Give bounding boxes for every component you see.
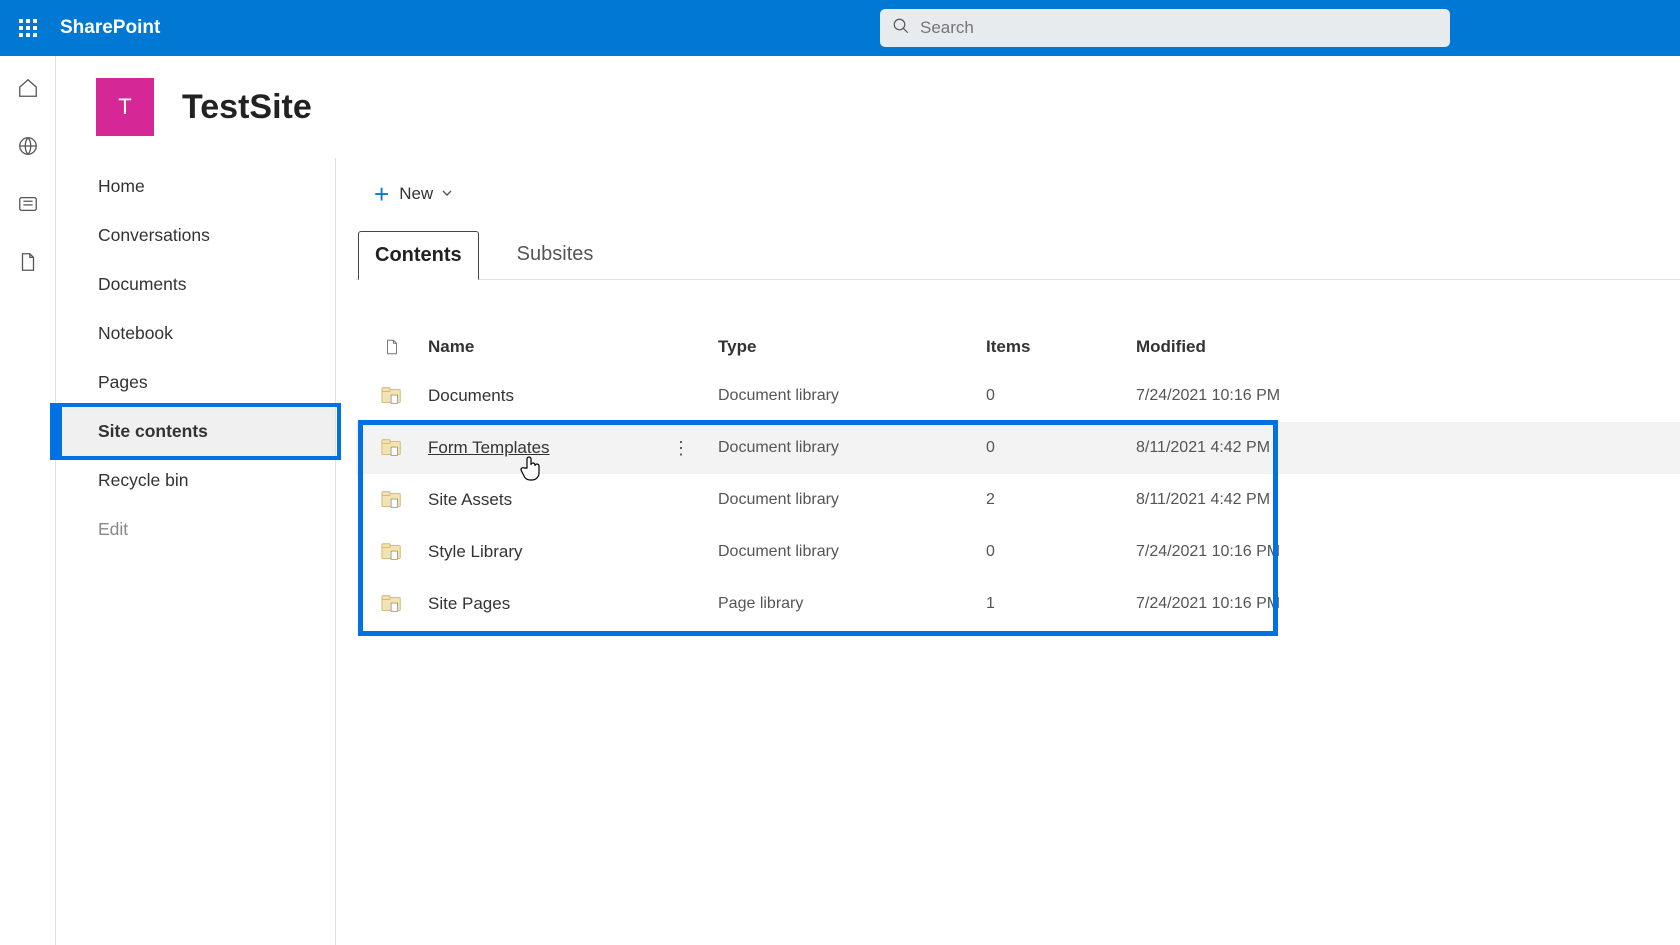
- nav-pages[interactable]: Pages: [56, 358, 335, 407]
- column-modified[interactable]: Modified: [1136, 337, 1476, 357]
- item-count: 0: [986, 543, 1136, 561]
- command-bar: + New: [356, 158, 1680, 230]
- item-name[interactable]: Form Templates: [428, 438, 550, 458]
- item-modified: 7/24/2021 10:16 PM: [1136, 387, 1476, 405]
- chevron-down-icon: [441, 184, 453, 204]
- list-row[interactable]: Site Pages Page library 1 7/24/2021 10:1…: [356, 578, 1680, 630]
- nav-site-contents[interactable]: Site contents: [56, 407, 335, 456]
- nav-home[interactable]: Home: [56, 162, 335, 211]
- list-row[interactable]: Documents Document library 0 7/24/2021 1…: [356, 370, 1680, 422]
- item-modified: 7/24/2021 10:16 PM: [1136, 595, 1476, 613]
- brand-label[interactable]: SharePoint: [60, 17, 160, 39]
- list-row[interactable]: Style Library Document library 0 7/24/20…: [356, 526, 1680, 578]
- app-launcher-button[interactable]: [0, 0, 56, 56]
- site-title[interactable]: TestSite: [182, 88, 312, 127]
- nav-conversations[interactable]: Conversations: [56, 211, 335, 260]
- item-type: Document library: [718, 491, 986, 509]
- list-row[interactable]: Site Assets Document library 2 8/11/2021…: [356, 474, 1680, 526]
- item-name[interactable]: Site Assets: [428, 490, 512, 510]
- nav-recycle-bin[interactable]: Recycle bin: [56, 456, 335, 505]
- column-name[interactable]: Name: [428, 337, 718, 357]
- list-row[interactable]: Form Templates ⋮ Document library 0 8/11…: [356, 422, 1680, 474]
- search-region: [880, 9, 1450, 47]
- item-modified: 8/11/2021 4:42 PM: [1136, 439, 1476, 457]
- item-count: 0: [986, 439, 1136, 457]
- search-icon: [892, 17, 910, 40]
- tab-contents[interactable]: Contents: [358, 231, 479, 280]
- tab-strip: Contents Subsites: [356, 230, 1680, 280]
- library-icon: [356, 490, 428, 510]
- library-icon: [356, 438, 428, 458]
- column-items[interactable]: Items: [986, 337, 1136, 357]
- search-input[interactable]: [910, 18, 1438, 38]
- app-rail: [0, 56, 56, 945]
- item-name[interactable]: Site Pages: [428, 594, 510, 614]
- item-type: Page library: [718, 595, 986, 613]
- item-count: 1: [986, 595, 1136, 613]
- item-count: 2: [986, 491, 1136, 509]
- left-nav: Home Conversations Documents Notebook Pa…: [56, 158, 336, 945]
- list-header: Name Type Items Modified: [356, 324, 1680, 370]
- rail-file-icon[interactable]: [16, 250, 40, 274]
- main-content: + New Contents Subsites: [336, 158, 1680, 945]
- nav-notebook[interactable]: Notebook: [56, 309, 335, 358]
- item-name[interactable]: Style Library: [428, 542, 522, 562]
- plus-icon: +: [374, 179, 389, 210]
- tab-subsites[interactable]: Subsites: [501, 231, 610, 280]
- waffle-icon: [19, 19, 37, 37]
- item-type: Document library: [718, 543, 986, 561]
- site-logo[interactable]: T: [96, 78, 154, 136]
- top-bar: SharePoint: [0, 0, 1680, 56]
- nav-site-contents-label: Site contents: [98, 421, 208, 441]
- row-more-button[interactable]: ⋮: [672, 438, 690, 459]
- item-type: Document library: [718, 387, 986, 405]
- library-icon: [356, 386, 428, 406]
- column-icon-header: [356, 336, 428, 358]
- nav-documents[interactable]: Documents: [56, 260, 335, 309]
- new-button[interactable]: + New: [364, 173, 463, 216]
- item-type: Document library: [718, 439, 986, 457]
- contents-list: Name Type Items Modified Documents Docu: [356, 324, 1680, 630]
- column-type[interactable]: Type: [718, 337, 986, 357]
- search-box[interactable]: [880, 9, 1450, 47]
- new-button-label: New: [399, 184, 433, 204]
- rail-home-icon[interactable]: [16, 76, 40, 100]
- rail-globe-icon[interactable]: [16, 134, 40, 158]
- item-count: 0: [986, 387, 1136, 405]
- rail-news-icon[interactable]: [16, 192, 40, 216]
- site-header: T TestSite: [56, 56, 1680, 158]
- library-icon: [356, 594, 428, 614]
- rows-container: Documents Document library 0 7/24/2021 1…: [356, 370, 1680, 630]
- item-modified: 8/11/2021 4:42 PM: [1136, 491, 1476, 509]
- nav-edit[interactable]: Edit: [56, 505, 335, 554]
- item-modified: 7/24/2021 10:16 PM: [1136, 543, 1476, 561]
- library-icon: [356, 542, 428, 562]
- item-name[interactable]: Documents: [428, 386, 514, 406]
